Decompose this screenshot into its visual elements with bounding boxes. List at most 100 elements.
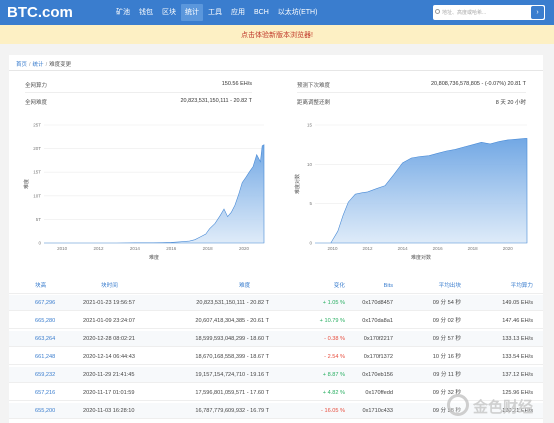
table-row: 659,232 2020-11-29 21:41:45 19,157,154,7… (9, 367, 543, 383)
interval-value: 09 分 02 秒 (432, 318, 461, 324)
nav-item-wallet[interactable]: 钱包 (135, 4, 157, 21)
new-version-banner[interactable]: 点击体验新版本浏览器! (0, 25, 554, 44)
y-tick-label: 0 (38, 241, 41, 246)
y-tick-label: 10 (307, 162, 313, 167)
y-tick-label: 25T (33, 123, 41, 128)
block-time: 2021-01-23 19:56:57 (83, 300, 135, 306)
search-button[interactable]: › (531, 6, 544, 19)
header-change: 变化 (333, 283, 345, 289)
block-height-link[interactable]: 657,216 (35, 385, 55, 401)
nav-item-bch[interactable]: BCH (250, 4, 273, 21)
table-row: 665,280 2021-01-09 23:24:07 20,607,418,3… (9, 313, 543, 329)
change-value: + 4.82 % (322, 390, 345, 396)
block-time: 2020-12-28 08:02:21 (83, 336, 135, 342)
y-tick-label: 5 (309, 201, 312, 206)
hashrate-value: 147.46 EH/s (502, 318, 533, 324)
watermark-text: 金色财经 (473, 399, 534, 416)
stat-label-hashrate: 全网算力 (25, 83, 48, 89)
difficulty-value: 18,599,593,048,299 - 18.60 T (195, 336, 269, 342)
y-tick-label: 15T (33, 170, 41, 175)
breadcrumb-home[interactable]: 首页 (16, 62, 27, 68)
change-value: - 2.54 % (324, 354, 345, 360)
bits-value: 0x170eb156 (362, 372, 393, 378)
header-difficulty: 难度 (239, 283, 251, 289)
difficulty-value: 18,670,168,558,399 - 18.67 T (195, 354, 269, 360)
y-tick-label: 0 (309, 241, 312, 246)
difficulty-log-chart: 0510152010 2012 2014 2016 2018 2020难度对数难度对数 (294, 123, 528, 261)
block-height-link[interactable]: 663,264 (35, 331, 55, 347)
difficulty-value: 19,157,154,724,710 - 19.16 T (195, 372, 269, 378)
x-tick-label: 2012 (94, 246, 105, 251)
header-hashrate: 平均算力 (510, 283, 533, 289)
watermark: 金色财经 (447, 394, 547, 416)
block-time: 2020-11-29 21:41:45 (83, 372, 135, 378)
block-time: 2020-11-17 01:01:59 (83, 390, 135, 396)
bits-value: 0x170f2217 (363, 336, 393, 342)
y-tick-label: 15 (307, 123, 313, 128)
watermark-logo-icon (447, 394, 469, 416)
x-tick-label: 2014 (130, 246, 141, 251)
y-tick-label: 10T (33, 193, 41, 198)
stat-label-difficulty: 全网难度 (25, 100, 48, 106)
stat-label-time-remaining: 距离调整还剩 (297, 100, 331, 106)
x-tick-label: 2012 (363, 246, 374, 251)
search-input[interactable]: 地址、高度或哈希... (442, 9, 486, 16)
block-time: 2021-01-09 23:24:07 (83, 318, 135, 324)
y-axis-label: 难度对数 (294, 174, 301, 194)
y-axis-label: 难度 (23, 179, 30, 189)
nav-item-apps[interactable]: 应用 (227, 4, 249, 21)
x-tick-label: 2010 (57, 246, 68, 251)
breadcrumb-stats[interactable]: 统计 (33, 62, 44, 68)
search-box[interactable]: 地址、高度或哈希... › (433, 5, 545, 20)
hashrate-value: 133.54 EH/s (502, 354, 533, 360)
x-tick-label: 2014 (398, 246, 409, 251)
stat-value-hashrate: 150.56 EH/s (221, 81, 252, 87)
block-height-link[interactable]: 667,296 (35, 295, 55, 311)
x-axis-label: 难度 (149, 254, 159, 261)
block-time: 2020-11-03 16:28:10 (83, 408, 135, 414)
nav-item-blocks[interactable]: 区块 (158, 4, 180, 21)
nav-item-pool[interactable]: 矿池 (112, 4, 134, 21)
divider (9, 70, 543, 71)
hashrate-value: 133.13 EH/s (502, 336, 533, 342)
x-tick-label: 2010 (328, 246, 339, 251)
main-nav: 矿池 钱包 区块 统计 工具 应用 BCH 以太坊(ETH) (112, 4, 322, 21)
interval-value: 09 分 57 秒 (432, 336, 461, 342)
nav-item-eth[interactable]: 以太坊(ETH) (274, 4, 322, 21)
bits-value: 0x170f1372 (363, 354, 393, 360)
change-value: + 10.79 % (319, 318, 345, 324)
x-axis-label: 难度对数 (411, 254, 431, 261)
stat-label-next-difficulty: 预测下次难度 (297, 83, 331, 89)
hashrate-value: 149.05 EH/s (502, 300, 533, 306)
x-tick-label: 2016 (166, 246, 177, 251)
nav-item-tools[interactable]: 工具 (204, 4, 226, 21)
y-tick-label: 20T (33, 146, 41, 151)
difficulty-value: 20,607,418,304,385 - 20.61 T (195, 318, 269, 324)
bits-value: 0x170d8457 (362, 300, 393, 306)
top-navigation-bar: BTC.com 矿池 钱包 区块 统计 工具 应用 BCH 以太坊(ETH) 地… (0, 0, 554, 25)
difficulty-chart: 0 5T 10T 15T 20T 25T 2010 2012 2014 2016 2018 2020 难… (23, 123, 265, 261)
bits-value: 0x1710c433 (362, 408, 393, 414)
search-icon (435, 9, 440, 14)
banner-text[interactable]: 点击体验新版本浏览器! (0, 30, 554, 40)
block-height-link[interactable]: 661,248 (35, 349, 55, 365)
bits-value: 0x170ffedd (365, 390, 393, 396)
interval-value: 09 分 54 秒 (432, 300, 461, 306)
stat-divider (25, 92, 252, 93)
table-row: 667,296 2021-01-23 19:56:57 20,823,531,1… (9, 295, 543, 311)
block-height-link[interactable]: 655,200 (35, 403, 55, 419)
y-tick-label: 5T (36, 217, 42, 222)
nav-item-stats[interactable]: 统计 (181, 4, 203, 21)
difficulty-value: 17,596,801,059,571 - 17.60 T (195, 390, 269, 396)
difficulty-area-series (315, 138, 528, 244)
block-time: 2020-12-14 06:44:43 (83, 354, 135, 360)
stat-value-difficulty: 20,823,531,150,111 - 20.82 T (180, 98, 252, 104)
change-value: - 16.05 % (321, 408, 345, 414)
difficulty-value: 16,787,779,609,932 - 16.79 T (195, 408, 269, 414)
site-logo[interactable]: BTC.com (7, 4, 73, 21)
table-row: 661,248 2020-12-14 06:44:43 18,670,168,5… (9, 349, 543, 365)
block-height-link[interactable]: 665,280 (35, 313, 55, 329)
block-height-link[interactable]: 659,232 (35, 367, 55, 383)
hashrate-value: 137.12 EH/s (502, 372, 533, 378)
stat-divider (297, 92, 526, 93)
